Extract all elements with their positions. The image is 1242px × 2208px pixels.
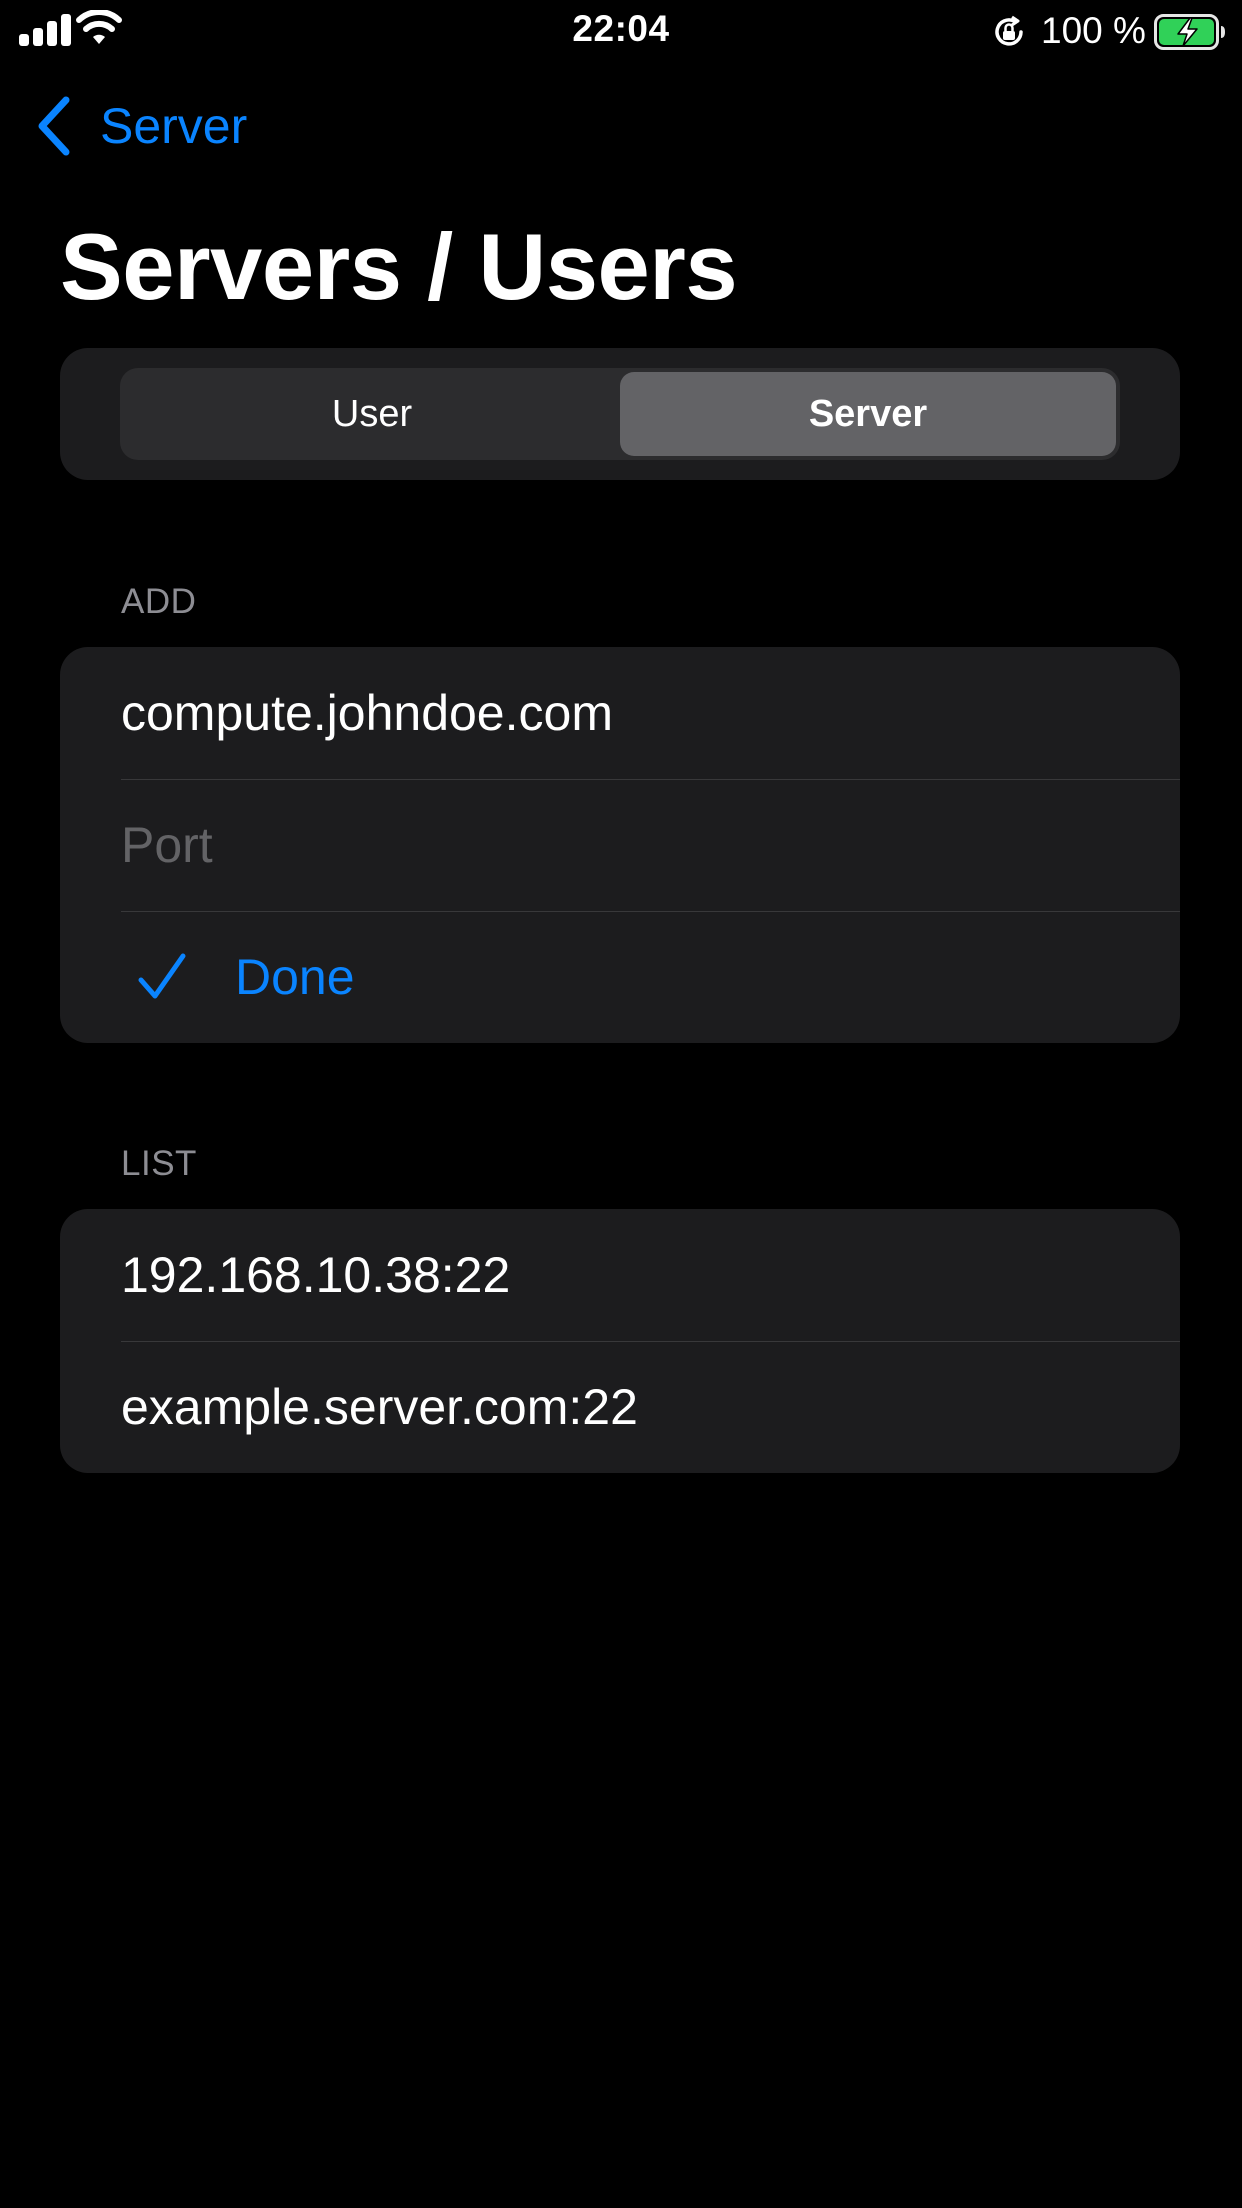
segmented-control: User Server	[120, 368, 1120, 460]
rotation-lock-icon	[995, 15, 1023, 46]
section-header-add: ADD	[121, 582, 197, 621]
section-header-list: LIST	[121, 1144, 197, 1183]
add-server-group: Done	[60, 647, 1180, 1043]
list-item[interactable]: example.server.com:22	[60, 1341, 1180, 1473]
port-row	[60, 779, 1180, 911]
host-input[interactable]	[121, 684, 1180, 742]
host-row	[60, 647, 1180, 779]
list-item-label: 192.168.10.38:22	[121, 1247, 511, 1303]
checkmark-icon	[138, 953, 186, 999]
port-input[interactable]	[121, 816, 1180, 874]
list-item[interactable]: 192.168.10.38:22	[60, 1209, 1180, 1341]
back-button[interactable]: Server	[36, 96, 247, 156]
back-button-label: Server	[100, 98, 248, 154]
segment-user[interactable]: User	[124, 372, 620, 456]
segmented-control-card: User Server	[60, 348, 1180, 480]
done-label: Done	[235, 949, 355, 1005]
chevron-left-icon	[38, 96, 70, 156]
page-title: Servers / Users	[60, 214, 738, 319]
done-button[interactable]: Done	[60, 911, 1180, 1043]
segment-server[interactable]: Server	[620, 372, 1116, 456]
status-bar: 22:04 100 %	[0, 0, 1242, 64]
battery-charging-icon	[1154, 14, 1225, 50]
list-item-label: example.server.com:22	[121, 1379, 638, 1435]
server-list-group: 192.168.10.38:22 example.server.com:22	[60, 1209, 1180, 1473]
battery-percent: 100 %	[1041, 10, 1146, 51]
